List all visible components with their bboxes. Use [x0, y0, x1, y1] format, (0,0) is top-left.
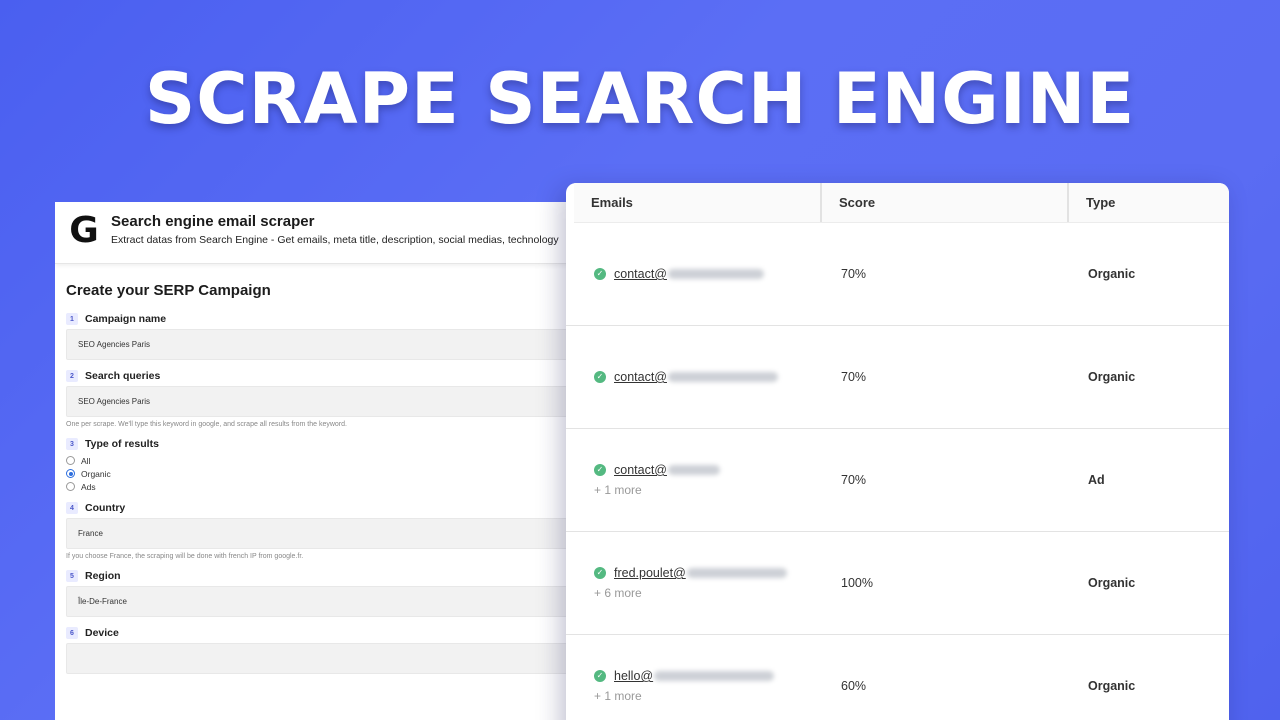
region-select[interactable]: Île-De-France: [66, 586, 586, 617]
column-header-score[interactable]: Score: [822, 183, 1069, 222]
type-cell: Ad: [1088, 473, 1105, 487]
field-label: Search queries: [85, 370, 161, 382]
step-number: 6: [66, 627, 78, 639]
table-row: ✓ contact@ 70% Organic: [566, 326, 1229, 429]
redacted-domain: [686, 568, 787, 578]
search-queries-field: 2 Search queries SEO Agencies Paris One p…: [66, 370, 586, 428]
search-queries-input[interactable]: SEO Agencies Paris: [66, 386, 586, 417]
results-table-header: Emails Score Type: [574, 183, 1229, 223]
field-label: Device: [85, 627, 119, 639]
check-circle-icon: ✓: [594, 371, 606, 383]
type-cell: Organic: [1088, 267, 1136, 281]
type-of-results-field: 3 Type of results All Organic Ads: [66, 438, 584, 492]
radio-option-ads[interactable]: Ads: [66, 481, 584, 492]
table-row: ✓ contact@ + 1 more 70% Ad: [566, 429, 1229, 532]
check-circle-icon: ✓: [594, 567, 606, 579]
redacted-domain: [668, 269, 764, 279]
score-cell: 60%: [841, 679, 867, 693]
field-hint: One per scrape. We'll type this keyword …: [66, 421, 347, 428]
redacted-domain: [654, 671, 775, 681]
form-body: Create your SERP Campaign 1 Campaign name…: [55, 264, 595, 674]
form-subtitle: Extract datas from Search Engine - Get e…: [111, 234, 559, 246]
radio-option-all[interactable]: All: [66, 455, 584, 466]
step-number: 1: [66, 313, 78, 325]
radio-button[interactable]: [66, 456, 75, 465]
field-label: Country: [85, 502, 126, 514]
device-field: 6 Device: [66, 627, 586, 674]
redacted-domain: [668, 372, 778, 382]
type-cell: Organic: [1088, 576, 1136, 590]
more-emails-link[interactable]: + 6 more: [594, 586, 839, 600]
email-link[interactable]: contact@: [614, 267, 667, 281]
type-cell: Organic: [1088, 370, 1136, 384]
step-number: 4: [66, 502, 78, 514]
check-circle-icon: ✓: [594, 268, 606, 280]
type-cell: Organic: [1088, 679, 1136, 693]
more-emails-link[interactable]: + 1 more: [594, 689, 839, 703]
step-number: 5: [66, 570, 78, 582]
email-link[interactable]: contact@: [614, 463, 667, 477]
score-cell: 70%: [841, 473, 867, 487]
headline: SCRAPE SEARCH ENGINE: [144, 58, 1136, 140]
column-header-type[interactable]: Type: [1069, 183, 1229, 222]
campaign-name-field: 1 Campaign name SEO Agencies Paris: [66, 313, 586, 360]
field-label: Campaign name: [85, 313, 167, 325]
column-header-emails[interactable]: Emails: [574, 183, 822, 222]
table-row: ✓ hello@ + 1 more 60% Organic: [566, 635, 1229, 720]
form-title: Search engine email scraper: [111, 213, 315, 230]
campaign-form-panel: G Search engine email scraper Extract da…: [55, 202, 595, 720]
field-label: Region: [85, 570, 121, 582]
country-select[interactable]: France: [66, 518, 586, 549]
google-logo-icon: G: [69, 210, 99, 251]
score-cell: 70%: [841, 267, 867, 281]
country-field: 4 Country France If you choose France, th…: [66, 502, 586, 560]
redacted-domain: [668, 465, 720, 475]
radio-option-organic[interactable]: Organic: [66, 468, 584, 479]
form-header: G Search engine email scraper Extract da…: [55, 202, 595, 264]
field-hint: If you choose France, the scraping will …: [66, 553, 304, 560]
region-field: 5 Region Île-De-France: [66, 570, 586, 617]
table-row: ✓ contact@ 70% Organic: [566, 223, 1229, 326]
radio-button-checked[interactable]: [66, 469, 75, 478]
device-select[interactable]: [66, 643, 586, 674]
email-link[interactable]: hello@: [614, 669, 653, 683]
score-cell: 70%: [841, 370, 867, 384]
step-number: 3: [66, 438, 78, 450]
email-link[interactable]: contact@: [614, 370, 667, 384]
radio-button[interactable]: [66, 482, 75, 491]
field-label: Type of results: [85, 438, 159, 450]
table-row: ✓ fred.poulet@ + 6 more 100% Organic: [566, 532, 1229, 635]
email-link[interactable]: fred.poulet@: [614, 566, 686, 580]
section-title: Create your SERP Campaign: [66, 282, 271, 299]
score-cell: 100%: [841, 576, 873, 590]
check-circle-icon: ✓: [594, 464, 606, 476]
campaign-name-input[interactable]: SEO Agencies Paris: [66, 329, 586, 360]
more-emails-link[interactable]: + 1 more: [594, 483, 839, 497]
results-table-card: Emails Score Type ✓ contact@ 70% Organic …: [566, 183, 1229, 720]
step-number: 2: [66, 370, 78, 382]
check-circle-icon: ✓: [594, 670, 606, 682]
